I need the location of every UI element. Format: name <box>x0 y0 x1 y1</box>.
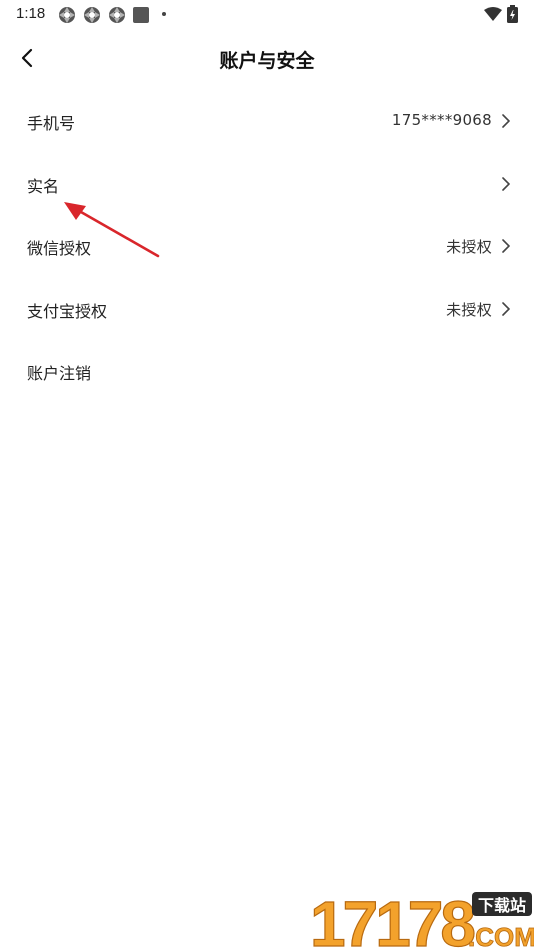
row-value: 未授权 <box>446 238 492 256</box>
watermark-logo: 17178 下载站 .COM <box>309 887 534 950</box>
status-bar: 1:18 <box>0 0 534 30</box>
dot-icon <box>162 12 166 16</box>
status-time: 1:18 <box>16 5 46 22</box>
header: 账户与安全 <box>0 36 534 80</box>
page-title: 账户与安全 <box>219 50 315 72</box>
row-label: 账户注销 <box>27 364 92 383</box>
row-phone[interactable]: 手机号 175****9068 <box>0 90 534 153</box>
stop-icon <box>133 7 149 23</box>
svg-text:.COM: .COM <box>468 922 534 950</box>
row-alipay-auth[interactable]: 支付宝授权 未授权 <box>0 278 534 341</box>
wifi-icon <box>484 7 502 21</box>
svg-text:下载站: 下载站 <box>478 896 526 915</box>
chevron-right-icon <box>502 176 510 191</box>
notification-icon <box>84 7 100 23</box>
annotation-arrow-icon <box>64 202 160 258</box>
chevron-right-icon <box>502 301 510 316</box>
row-label: 实名 <box>27 176 60 196</box>
battery-icon <box>507 5 518 23</box>
row-value: 未授权 <box>446 300 492 319</box>
notification-icon <box>109 7 125 23</box>
row-account-deletion[interactable]: 账户注销 <box>0 340 534 403</box>
notification-icon <box>59 7 75 23</box>
row-label: 支付宝授权 <box>27 301 108 321</box>
chevron-right-icon <box>502 114 510 128</box>
row-value: 175****9068 <box>391 111 492 129</box>
row-label: 手机号 <box>27 114 76 133</box>
chevron-right-icon <box>502 239 510 253</box>
svg-text:17178: 17178 <box>310 888 474 950</box>
